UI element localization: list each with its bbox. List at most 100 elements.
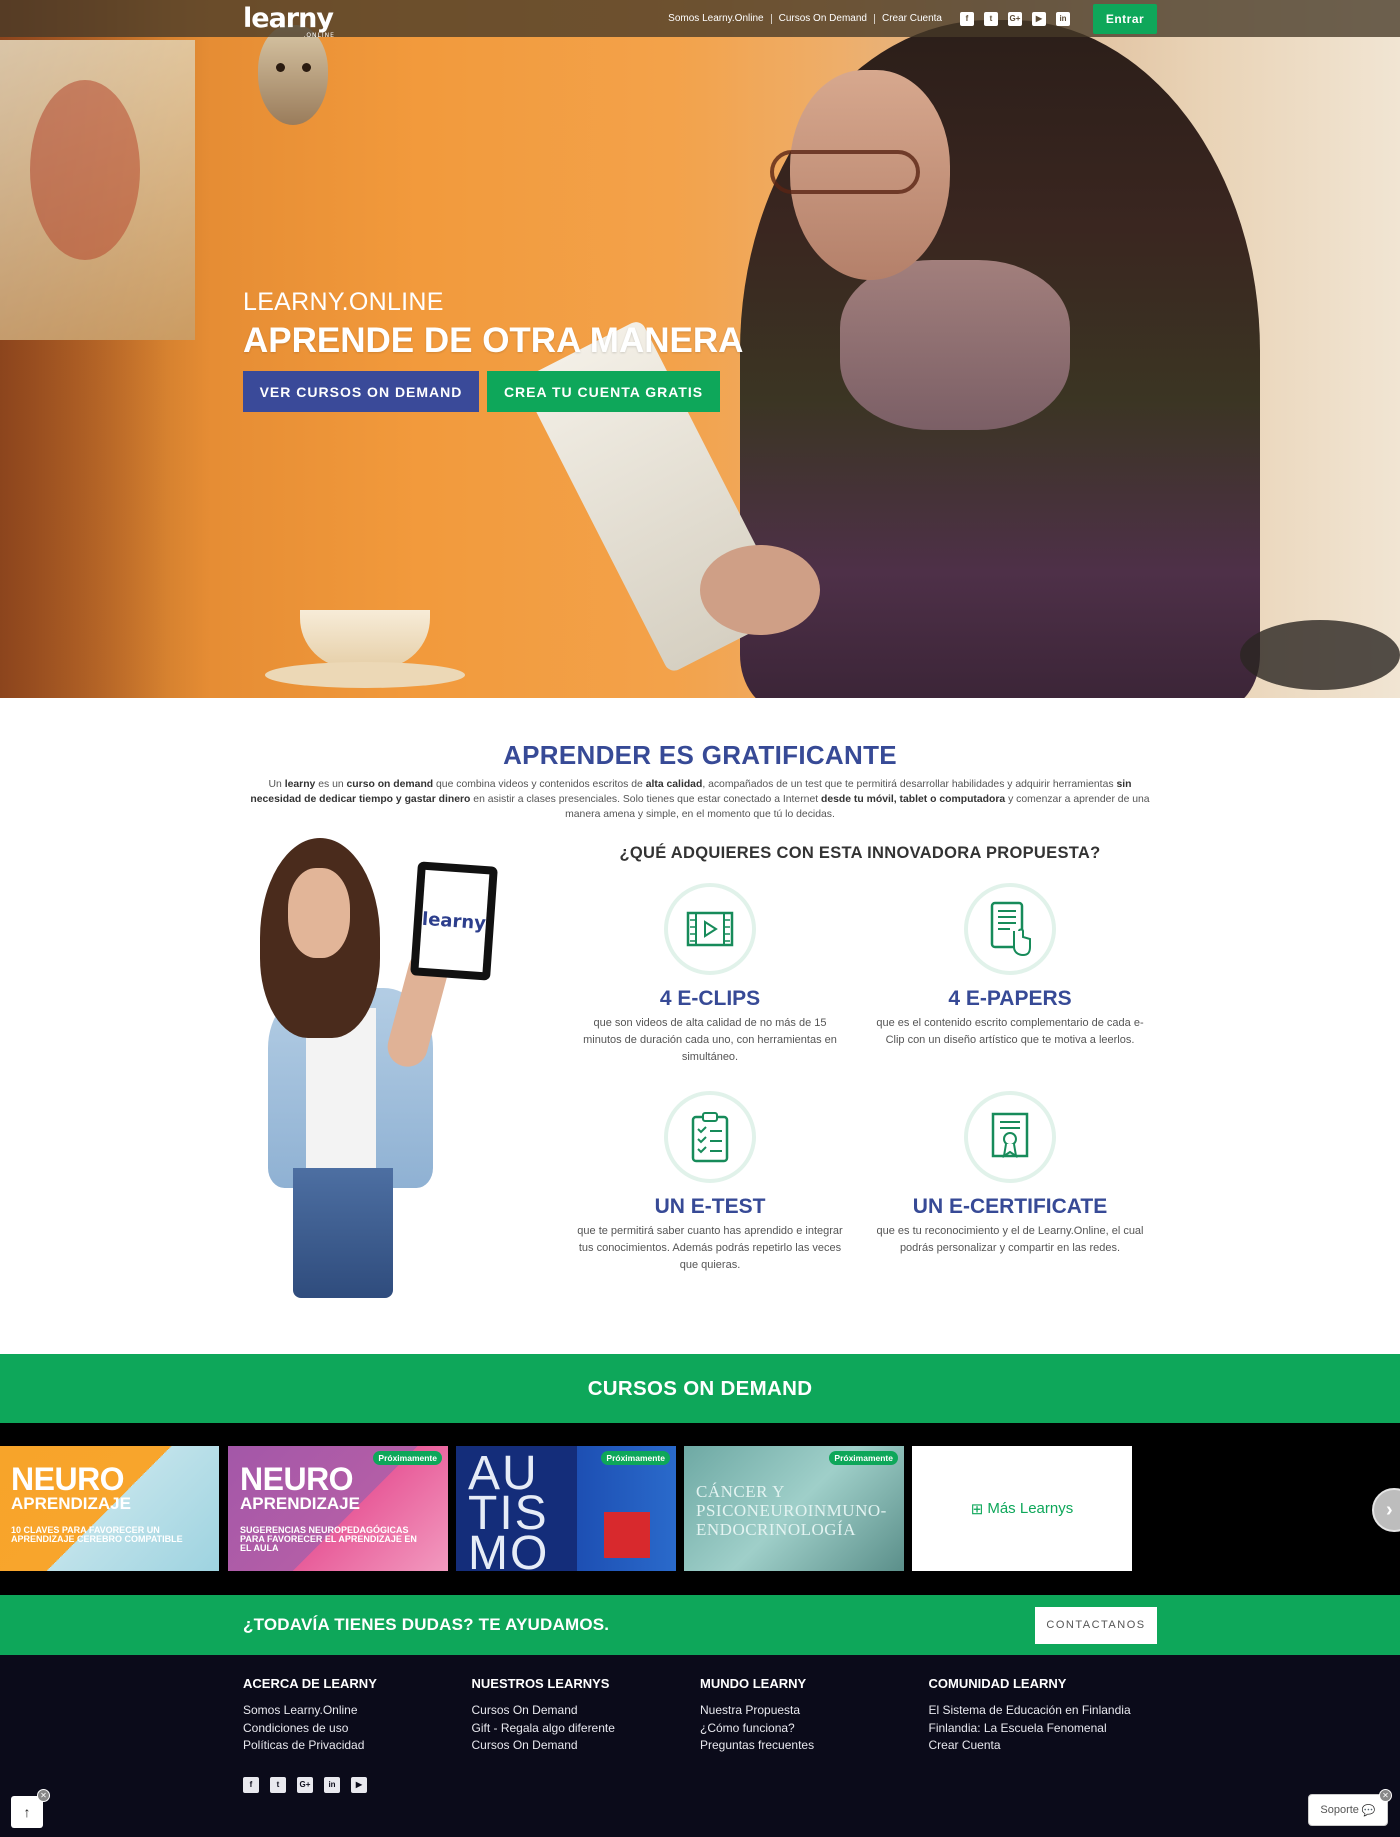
lead-bold: curso on demand xyxy=(346,779,434,790)
google-plus-icon[interactable]: G+ xyxy=(297,1776,313,1793)
course-card-subtitle: APRENDIZAJE xyxy=(240,1494,360,1513)
course-card-title: CÁNCER Y PSICONEUROINMUNO-ENDOCRINOLOGÍA xyxy=(696,1482,887,1539)
footer-col-title: ACERCA DE LEARNY xyxy=(243,1676,377,1691)
youtube-icon[interactable]: ▶ xyxy=(351,1776,367,1793)
support-button[interactable]: Soporte 💬 xyxy=(1308,1794,1388,1826)
facebook-icon[interactable]: f xyxy=(960,11,974,26)
lead-bold: learny xyxy=(284,779,316,790)
lead-text: en asistir a clases presenciales. Solo t… xyxy=(470,794,822,805)
contact-button[interactable]: CONTACTANOS xyxy=(1035,1606,1157,1644)
footer-link[interactable]: Preguntas frecuentes xyxy=(700,1737,929,1755)
google-plus-icon[interactable]: G+ xyxy=(1008,11,1022,26)
support-label: Soporte xyxy=(1320,1804,1359,1816)
footer-socials: f t G+ in ▶ xyxy=(243,1776,1157,1793)
footer: ACERCA DE LEARNY Somos Learny.Online Con… xyxy=(0,1655,1400,1837)
hero-photo-chair xyxy=(1240,620,1400,690)
girl-with-tablet-image: learny xyxy=(248,838,528,1298)
top-navbar: learny .ONLINE Somos Learny.Online Cursos… xyxy=(0,0,1400,39)
feature-title: 4 E-PAPERS xyxy=(948,987,1072,1010)
scroll-top-button[interactable]: ↑ xyxy=(11,1796,43,1828)
arrow-up-icon: ↑ xyxy=(23,1804,31,1820)
view-courses-button[interactable]: VER CURSOS ON DEMAND xyxy=(243,371,479,412)
hero-title: APRENDE DE OTRA MANERA xyxy=(243,321,744,360)
footer-col-mundo: MUNDO LEARNY Nuestra Propuesta ¿Cómo fun… xyxy=(700,1676,929,1755)
footer-col-learnys: NUESTROS LEARNYS Cursos On Demand Gift -… xyxy=(472,1676,701,1755)
close-icon[interactable]: ✕ xyxy=(1379,1789,1392,1802)
cursos-band: CURSOS ON DEMAND xyxy=(0,1354,1400,1423)
twitter-icon[interactable]: t xyxy=(984,11,998,26)
nav-link-cursos[interactable]: Cursos On Demand xyxy=(772,13,875,24)
logo-subtext: .ONLINE xyxy=(303,32,335,39)
hero-section: LEARNY.ONLINE APRENDE DE OTRA MANERA VER… xyxy=(0,0,1400,698)
close-icon[interactable]: ✕ xyxy=(37,1789,50,1802)
footer-link[interactable]: El Sistema de Educación en Finlandia xyxy=(929,1702,1158,1720)
footer-link[interactable]: Finlandia: La Escuela Fenomenal xyxy=(929,1720,1158,1738)
feature-title: UN E-TEST xyxy=(654,1195,766,1218)
hero-photo-scarf xyxy=(840,260,1070,430)
nav-link-crear-cuenta[interactable]: Crear Cuenta xyxy=(875,13,949,24)
linkedin-icon[interactable]: in xyxy=(1056,11,1070,26)
feature-ecertificate: UN E-CERTIFICATE que es tu reconocimient… xyxy=(860,1091,1160,1299)
feature-epapers: 4 E-PAPERS que es el contenido escrito c… xyxy=(860,883,1160,1091)
footer-link[interactable]: Somos Learny.Online xyxy=(243,1702,472,1720)
footer-col-title: COMUNIDAD LEARNY xyxy=(928,1676,1067,1691)
youtube-icon[interactable]: ▶ xyxy=(1032,11,1046,26)
course-card-title: NEURO xyxy=(240,1461,354,1497)
coming-soon-badge: Próximamente xyxy=(373,1451,442,1465)
hero-photo-mask xyxy=(258,25,328,125)
course-card-caption: 10 CLAVES PARA FAVORECER UN APRENDIZAJE … xyxy=(11,1525,183,1544)
feature-text: que es tu reconocimiento y el de Learny.… xyxy=(876,1225,1144,1254)
hero-photo-hand xyxy=(700,545,820,635)
hero-photo-saucer xyxy=(265,662,465,688)
feature-eclips: 4 E-CLIPS que son videos de alta calidad… xyxy=(560,883,860,1091)
footer-link[interactable]: Cursos On Demand xyxy=(472,1702,701,1720)
course-card-subtitle: APRENDIZAJE xyxy=(11,1494,131,1513)
footer-link[interactable]: Cursos On Demand xyxy=(472,1737,701,1755)
course-card-title: NEURO xyxy=(11,1461,125,1497)
footer-col-title: MUNDO LEARNY xyxy=(700,1676,807,1691)
learny-logo[interactable]: learny .ONLINE xyxy=(243,3,334,39)
more-learnys-card[interactable]: ⊞ Más Learnys xyxy=(912,1446,1132,1571)
feature-title: UN E-CERTIFICATE xyxy=(912,1195,1108,1218)
video-film-icon xyxy=(664,883,756,975)
tablet-screen-logo: learny xyxy=(418,869,490,973)
linkedin-icon[interactable]: in xyxy=(324,1776,340,1793)
create-account-button[interactable]: CREA TU CUENTA GRATIS xyxy=(487,371,720,412)
course-card[interactable]: Próximamente CÁNCER Y PSICONEUROINMUNO-E… xyxy=(684,1446,904,1571)
twitter-icon[interactable]: t xyxy=(270,1776,286,1793)
hero-photo-glasses xyxy=(770,150,920,194)
coming-soon-badge: Próximamente xyxy=(829,1451,898,1465)
feature-text: que te permitirá saber cuanto has aprend… xyxy=(577,1225,843,1271)
facebook-icon[interactable]: f xyxy=(243,1776,259,1793)
footer-link[interactable]: ¿Cómo funciona? xyxy=(700,1720,929,1738)
course-card-caption: SUGERENCIAS NEUROPEDAGÓGICAS PARA FAVORE… xyxy=(240,1525,417,1553)
clipboard-checklist-icon xyxy=(664,1091,756,1183)
footer-col-comunidad: COMUNIDAD LEARNY El Sistema de Educación… xyxy=(929,1676,1158,1755)
login-button[interactable]: Entrar xyxy=(1093,3,1157,34)
lead-text: , acompañados de un test que te permitir… xyxy=(702,779,1117,790)
lead-text: es un xyxy=(315,779,347,790)
nav-link-somos[interactable]: Somos Learny.Online xyxy=(661,13,772,24)
feature-etest: UN E-TEST que te permitirá saber cuanto … xyxy=(560,1091,860,1299)
coming-soon-badge: Próximamente xyxy=(601,1451,670,1465)
girl-jeans xyxy=(293,1168,393,1298)
plus-square-icon: ⊞ xyxy=(970,1500,984,1518)
feature-text: que son videos de alta calidad de no más… xyxy=(583,1017,837,1063)
feature-text: que es el contenido escrito complementar… xyxy=(876,1017,1144,1046)
more-learnys-label: Más Learnys xyxy=(987,1500,1074,1517)
course-card[interactable]: NEURO APRENDIZAJE 10 CLAVES PARA FAVOREC… xyxy=(0,1446,219,1571)
footer-link[interactable]: Nuestra Propuesta xyxy=(700,1702,929,1720)
carousel-next-arrow[interactable]: › xyxy=(1372,1488,1400,1532)
intro-title: APRENDER ES GRATIFICANTE xyxy=(503,740,897,770)
footer-link[interactable]: Gift - Regala algo diferente xyxy=(472,1720,701,1738)
puzzle-graphic xyxy=(604,1512,650,1558)
footer-col-acerca: ACERCA DE LEARNY Somos Learny.Online Con… xyxy=(243,1676,472,1755)
logo-text: learny xyxy=(243,3,334,34)
footer-link[interactable]: Crear Cuenta xyxy=(929,1737,1158,1755)
footer-link[interactable]: Políticas de Privacidad xyxy=(243,1737,472,1755)
footer-link[interactable]: Condiciones de uso xyxy=(243,1720,472,1738)
course-card[interactable]: Próximamente NEURO APRENDIZAJE SUGERENCI… xyxy=(228,1446,448,1571)
course-card[interactable]: Próximamente AU TIS MO xyxy=(456,1446,676,1571)
course-card-title: AU TIS MO xyxy=(468,1447,550,1572)
hero-text: LEARNY.ONLINE APRENDE DE OTRA MANERA VER… xyxy=(243,288,743,412)
